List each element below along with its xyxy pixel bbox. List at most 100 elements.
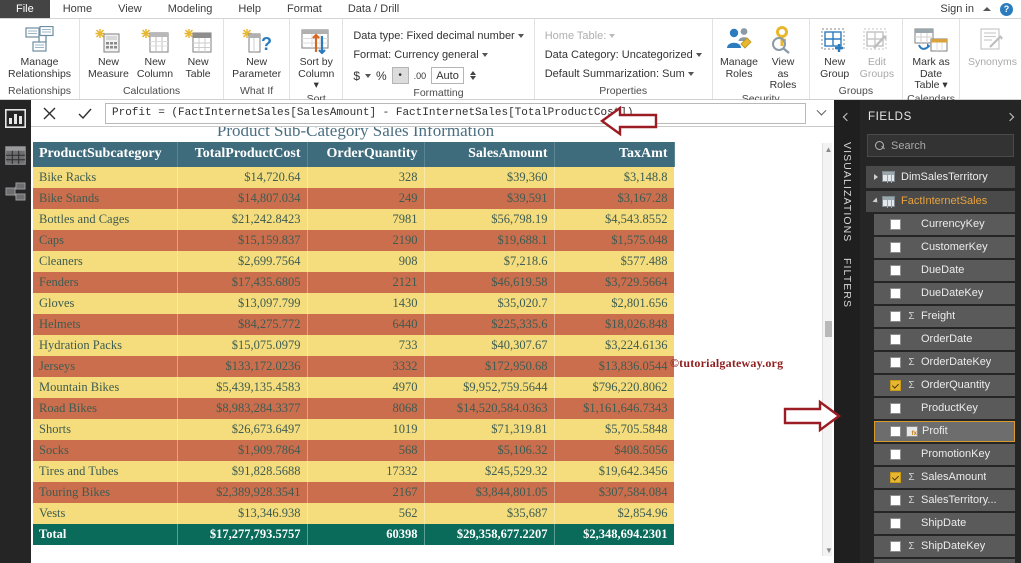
table-row[interactable]: Jerseys$133,172.02363332$172,950.68$13,8…	[33, 356, 674, 377]
field-checkbox[interactable]	[890, 334, 901, 345]
new-measure-button[interactable]: New Measure	[84, 22, 133, 80]
home-table-dropdown[interactable]: Home Table:	[545, 27, 702, 44]
report-view-button[interactable]	[4, 106, 28, 130]
field-item-shipdate[interactable]: ΣShipDate	[874, 513, 1015, 535]
tab-file[interactable]: File	[0, 0, 50, 18]
field-checkbox[interactable]	[890, 472, 901, 483]
field-checkbox[interactable]	[890, 518, 901, 529]
tab-home[interactable]: Home	[50, 0, 105, 18]
tab-modeling[interactable]: Modeling	[155, 0, 226, 18]
mark-as-date-table-button[interactable]: Mark as Date Table ▾	[907, 22, 955, 92]
data-category-dropdown[interactable]: Data Category: Uncategorized	[545, 46, 702, 63]
data-view-button[interactable]	[4, 143, 28, 167]
tab-help[interactable]: Help	[225, 0, 274, 18]
synonyms-button[interactable]: Synonyms	[964, 22, 1021, 69]
table-row[interactable]: Touring Bikes$2,389,928.35412167$3,844,8…	[33, 482, 674, 503]
field-checkbox[interactable]	[890, 357, 901, 368]
sign-in-link[interactable]: Sign in	[940, 3, 974, 15]
column-header-productsubcategory[interactable]: ProductSubcategory	[33, 142, 177, 167]
view-as-roles-button[interactable]: View as Roles	[761, 22, 804, 92]
column-header-salesamount[interactable]: SalesAmount	[424, 142, 554, 167]
chevron-down-icon[interactable]	[808, 103, 834, 124]
field-checkbox[interactable]	[890, 380, 901, 391]
formula-accept-button[interactable]	[67, 100, 103, 126]
table-row[interactable]: Bike Stands$14,807.034249$39,591$3,167.2…	[33, 188, 674, 209]
field-item-shipdatekey[interactable]: ΣShipDateKey	[874, 536, 1015, 558]
table-row[interactable]: Shorts$26,673.64971019$71,319.81$5,705.5…	[33, 419, 674, 440]
field-item-currencykey[interactable]: ΣCurrencyKey	[874, 214, 1015, 236]
field-item-promotionkey[interactable]: ΣPromotionKey	[874, 444, 1015, 466]
currency-format-button[interactable]: $	[353, 69, 360, 83]
fields-search-input[interactable]: Search	[867, 134, 1014, 157]
table-visual[interactable]: Product Sub-Category Sales Information P…	[33, 127, 818, 563]
column-header-orderquantity[interactable]: OrderQuantity	[307, 142, 424, 167]
field-item-salesterritory[interactable]: ΣSalesTerritory...	[874, 490, 1015, 512]
data-type-dropdown[interactable]: Data type: Fixed decimal number	[353, 27, 523, 44]
field-item-duedate[interactable]: ΣDueDate	[874, 260, 1015, 282]
column-header-totalproductcost[interactable]: TotalProductCost	[177, 142, 307, 167]
column-header-taxamt[interactable]: TaxAmt	[554, 142, 674, 167]
formula-input[interactable]: Profit = (FactInternetSales[SalesAmount]…	[105, 103, 806, 124]
table-row[interactable]: Fenders$17,435.68052121$46,619.58$3,729.…	[33, 272, 674, 293]
field-checkbox[interactable]	[890, 265, 901, 276]
tab-view[interactable]: View	[105, 0, 155, 18]
field-item-profit[interactable]: Profit	[874, 421, 1015, 443]
manage-roles-button[interactable]: Manage Roles	[717, 22, 762, 80]
field-item-productkey[interactable]: ΣProductKey	[874, 398, 1015, 420]
default-summarization-dropdown[interactable]: Default Summarization: Sum	[545, 65, 702, 82]
table-row[interactable]: Mountain Bikes$5,439,135.45834970$9,952,…	[33, 377, 674, 398]
percent-format-button[interactable]: %	[376, 69, 387, 83]
field-item-shipdatekey[interactable]: ShipDateKey ...	[874, 559, 1015, 563]
chevron-right-icon[interactable]	[1007, 114, 1013, 120]
fields-table-dimsalesterritory[interactable]: DimSalesTerritory	[866, 166, 1015, 188]
new-table-button[interactable]: New Table	[177, 22, 219, 80]
field-checkbox[interactable]	[890, 403, 901, 414]
field-checkbox[interactable]	[890, 541, 901, 552]
pane-tab-visualizations[interactable]: VISUALIZATIONS	[841, 134, 853, 250]
field-checkbox[interactable]	[890, 219, 901, 230]
field-checkbox[interactable]	[890, 426, 901, 437]
chevron-left-icon[interactable]	[844, 100, 850, 134]
table-row[interactable]: Tires and Tubes$91,828.568817332$245,529…	[33, 461, 674, 482]
table-row[interactable]: Road Bikes$8,983,284.33778068$14,520,584…	[33, 398, 674, 419]
help-icon[interactable]: ?	[1000, 3, 1013, 16]
new-parameter-button[interactable]: ? New Parameter	[228, 22, 285, 80]
chevron-up-icon[interactable]	[983, 7, 991, 11]
table-row[interactable]: Socks$1,909.7864568$5,106.32$408.5056	[33, 440, 674, 461]
triangle-expanded-icon[interactable]	[870, 198, 882, 204]
field-checkbox[interactable]	[890, 311, 901, 322]
table-row[interactable]: Helmets$84,275.7726440$225,335.6$18,026.…	[33, 314, 674, 335]
field-item-customerkey[interactable]: ΣCustomerKey	[874, 237, 1015, 259]
field-item-duedatekey[interactable]: ΣDueDateKey	[874, 283, 1015, 305]
tab-format[interactable]: Format	[274, 0, 335, 18]
table-row[interactable]: Bottles and Cages$21,242.84237981$56,798…	[33, 209, 674, 230]
field-item-orderdate[interactable]: ΣOrderDate	[874, 329, 1015, 351]
manage-relationships-button[interactable]: Manage Relationships	[4, 22, 75, 80]
field-item-orderquantity[interactable]: ΣOrderQuantity	[874, 375, 1015, 397]
decimal-places-icon[interactable]: .00	[414, 71, 427, 81]
chevron-down-icon[interactable]	[365, 74, 371, 78]
table-row[interactable]: Cleaners$2,699.7564908$7,218.6$577.488	[33, 251, 674, 272]
field-checkbox[interactable]	[890, 242, 901, 253]
model-view-button[interactable]	[4, 180, 28, 204]
tab-data-drill[interactable]: Data / Drill	[335, 0, 412, 18]
field-checkbox[interactable]	[890, 495, 901, 506]
table-row[interactable]: Caps$15,159.8372190$19,688.1$1,575.048	[33, 230, 674, 251]
field-item-freight[interactable]: ΣFreight	[874, 306, 1015, 328]
field-item-orderdatekey[interactable]: ΣOrderDateKey	[874, 352, 1015, 374]
table-row[interactable]: Vests$13,346.938562$35,687$2,854.96	[33, 503, 674, 524]
field-checkbox[interactable]	[890, 288, 901, 299]
field-item-salesamount[interactable]: ΣSalesAmount	[874, 467, 1015, 489]
triangle-collapsed-icon[interactable]	[870, 174, 882, 180]
decimal-places-input[interactable]: Auto	[431, 67, 464, 84]
formula-cancel-button[interactable]	[31, 100, 67, 126]
format-dropdown[interactable]: Format: Currency general	[353, 46, 523, 63]
pane-tab-filters[interactable]: FILTERS	[841, 250, 853, 316]
sort-by-column-button[interactable]: Sort by Column ▾	[294, 22, 338, 92]
fields-table-factinternetsales[interactable]: FactInternetSales	[866, 191, 1015, 213]
thousands-separator-button[interactable]: •	[392, 67, 409, 84]
new-group-button[interactable]: New Group	[814, 22, 856, 80]
table-row[interactable]: Bike Racks$14,720.64328$39,360$3,148.8	[33, 167, 674, 188]
edit-groups-button[interactable]: Edit Groups	[856, 22, 898, 80]
field-checkbox[interactable]	[890, 449, 901, 460]
